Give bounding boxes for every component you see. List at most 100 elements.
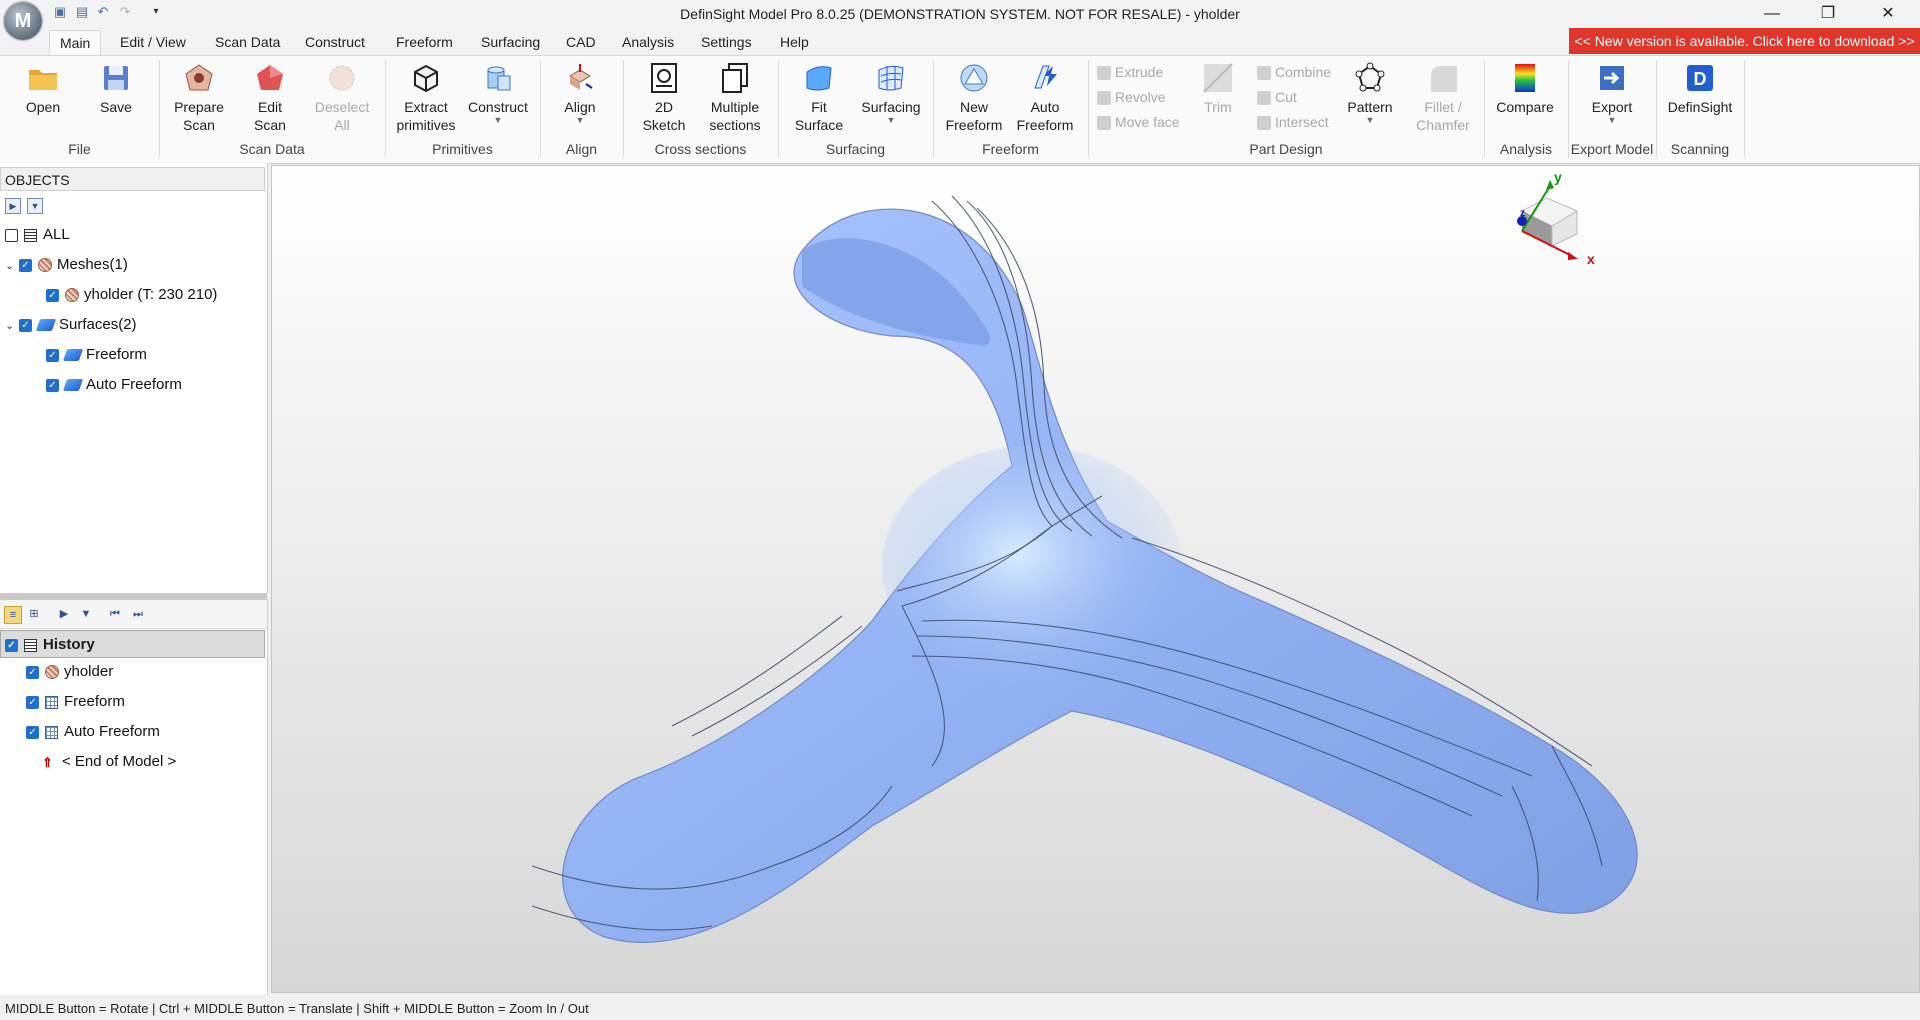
filter-icon[interactable]: ▼ <box>27 198 43 214</box>
surface-icon <box>62 349 84 362</box>
axis-x-label: x <box>1587 251 1595 267</box>
move-face-button[interactable]: Move face <box>1097 112 1180 132</box>
tree-item-surfaces[interactable]: ⌄ ✓ Surfaces(2) <box>5 313 137 337</box>
history-item-freeform[interactable]: ✓ Freeform <box>26 690 125 714</box>
expand-all-icon[interactable]: ▶ <box>5 198 21 214</box>
history-toolbar: ≡ ⊞ ▶ ▼ ⏮ ⏭ <box>0 600 267 629</box>
tab-edit-view[interactable]: Edit / View <box>110 30 196 55</box>
checkbox[interactable]: ✓ <box>26 725 39 739</box>
compare-button[interactable]: Compare <box>1494 62 1556 116</box>
checkbox[interactable]: ✓ <box>46 288 59 302</box>
tab-analysis[interactable]: Analysis <box>612 30 684 55</box>
chevron-down-icon[interactable]: ⌄ <box>5 254 19 278</box>
tab-construct[interactable]: Construct <box>295 30 375 55</box>
auto-freeform-icon <box>1034 65 1057 89</box>
3d-viewport[interactable]: y x z <box>271 165 1920 993</box>
export-button[interactable]: Export ▼ <box>1590 62 1634 125</box>
tree-item-all[interactable]: ALL <box>5 223 70 247</box>
group-align-label: Align <box>565 141 598 157</box>
edit-scan-button[interactable]: Edit Scan <box>248 62 292 134</box>
tab-cad[interactable]: CAD <box>556 30 606 55</box>
floppy-icon <box>104 66 128 90</box>
construct-button[interactable]: Construct ▼ <box>465 62 531 125</box>
checkbox[interactable]: ✓ <box>5 638 18 652</box>
definsight-button[interactable]: D DefinSight <box>1664 62 1736 116</box>
svg-text:D: D <box>1694 69 1707 89</box>
tab-main[interactable]: Main <box>49 30 102 56</box>
tree-item-mesh[interactable]: ✓ yholder (T: 230 210) <box>46 283 217 307</box>
combine-button[interactable]: Combine <box>1257 62 1331 82</box>
play-icon[interactable]: ▶ <box>56 606 72 622</box>
history-end-of-model[interactable]: ⇑ < End of Model > <box>42 750 176 774</box>
extrude-button[interactable]: Extrude <box>1097 62 1163 82</box>
close-button[interactable]: ✕ <box>1860 0 1916 28</box>
list-view-icon[interactable]: ≡ <box>4 606 22 624</box>
cut-button[interactable]: Cut <box>1257 87 1297 107</box>
list-icon <box>24 228 37 242</box>
tab-scan-data[interactable]: Scan Data <box>205 30 290 55</box>
checkbox[interactable]: ✓ <box>46 378 59 392</box>
tree-item-meshes[interactable]: ⌄ ✓ Meshes(1) <box>5 253 128 277</box>
prepare-scan-button[interactable]: Prepare Scan <box>170 62 228 134</box>
surfacing-icon <box>878 65 904 91</box>
trim-button[interactable]: Trim <box>1198 62 1238 116</box>
align-button[interactable]: Align ▼ <box>558 62 602 125</box>
cube-icon <box>414 64 438 93</box>
tree-view-icon[interactable]: ⊞ <box>26 606 42 622</box>
extract-primitives-button[interactable]: Extract primitives <box>391 62 461 134</box>
minimize-button[interactable]: — <box>1744 0 1800 28</box>
pattern-button[interactable]: Pattern ▼ <box>1345 62 1395 125</box>
checkbox[interactable]: ✓ <box>46 348 59 362</box>
chevron-down-icon: ▼ <box>1607 115 1617 125</box>
2d-sketch-button[interactable]: 2D Sketch <box>640 62 688 134</box>
surfacing-button[interactable]: Surfacing ▼ <box>860 62 922 125</box>
restore-button[interactable]: ❐ <box>1800 0 1856 28</box>
checkbox[interactable]: ✓ <box>26 665 39 679</box>
new-freeform-button[interactable]: New Freeform <box>944 62 1004 134</box>
tab-settings[interactable]: Settings <box>691 30 762 55</box>
list-icon <box>24 638 37 652</box>
app-logo[interactable]: M <box>4 2 42 40</box>
checkbox[interactable] <box>5 228 18 242</box>
fit-surface-button[interactable]: Fit Surface <box>793 62 845 134</box>
filter-icon[interactable]: ▼ <box>78 606 94 622</box>
checkbox[interactable]: ✓ <box>19 318 32 332</box>
history-header[interactable]: ✓ History <box>0 630 265 658</box>
folder-icon <box>29 70 57 90</box>
pattern-icon <box>1355 62 1385 92</box>
go-last-icon[interactable]: ⏭ <box>130 606 146 622</box>
tree-item-auto-freeform[interactable]: ✓ Auto Freeform <box>46 373 182 397</box>
edit-scan-icon <box>257 65 283 90</box>
export-icon <box>1600 66 1624 90</box>
panel-splitter[interactable] <box>0 593 267 600</box>
deselect-all-button[interactable]: Deselect All <box>313 62 371 134</box>
extrude-icon <box>1097 66 1111 81</box>
history-item-yholder[interactable]: ✓ yholder <box>26 660 113 684</box>
cut-icon <box>1257 91 1271 106</box>
tab-surfacing[interactable]: Surfacing <box>471 30 550 55</box>
fillet-chamfer-button[interactable]: Fillet / Chamfer <box>1410 62 1476 134</box>
auto-freeform-button[interactable]: Auto Freeform <box>1015 62 1075 134</box>
go-first-icon[interactable]: ⏮ <box>107 606 123 622</box>
update-banner[interactable]: << New version is available. Click here … <box>1569 28 1920 54</box>
open-button[interactable]: Open <box>22 62 64 116</box>
group-file-label: File <box>68 141 91 157</box>
group-scan-data-label: Scan Data <box>239 141 305 157</box>
checkbox[interactable]: ✓ <box>19 258 32 272</box>
tree-item-freeform[interactable]: ✓ Freeform <box>46 343 147 367</box>
model-canvas[interactable] <box>272 166 1920 993</box>
tab-freeform[interactable]: Freeform <box>386 30 463 55</box>
group-export-model-label: Export Model <box>1570 141 1654 157</box>
orientation-gizmo[interactable]: y x z <box>1502 166 1612 276</box>
group-surfacing-label: Surfacing <box>825 141 886 157</box>
revolve-button[interactable]: Revolve <box>1097 87 1166 107</box>
chevron-down-icon[interactable]: ⌄ <box>5 314 19 338</box>
surface-icon <box>62 379 84 392</box>
history-item-auto-freeform[interactable]: ✓ Auto Freeform <box>26 720 160 744</box>
tab-help[interactable]: Help <box>770 30 819 55</box>
intersect-button[interactable]: Intersect <box>1257 112 1329 132</box>
multiple-sections-button[interactable]: Multiple sections <box>704 62 766 134</box>
save-button[interactable]: Save <box>96 62 136 116</box>
definsight-icon: D <box>1687 65 1713 91</box>
checkbox[interactable]: ✓ <box>26 695 39 709</box>
